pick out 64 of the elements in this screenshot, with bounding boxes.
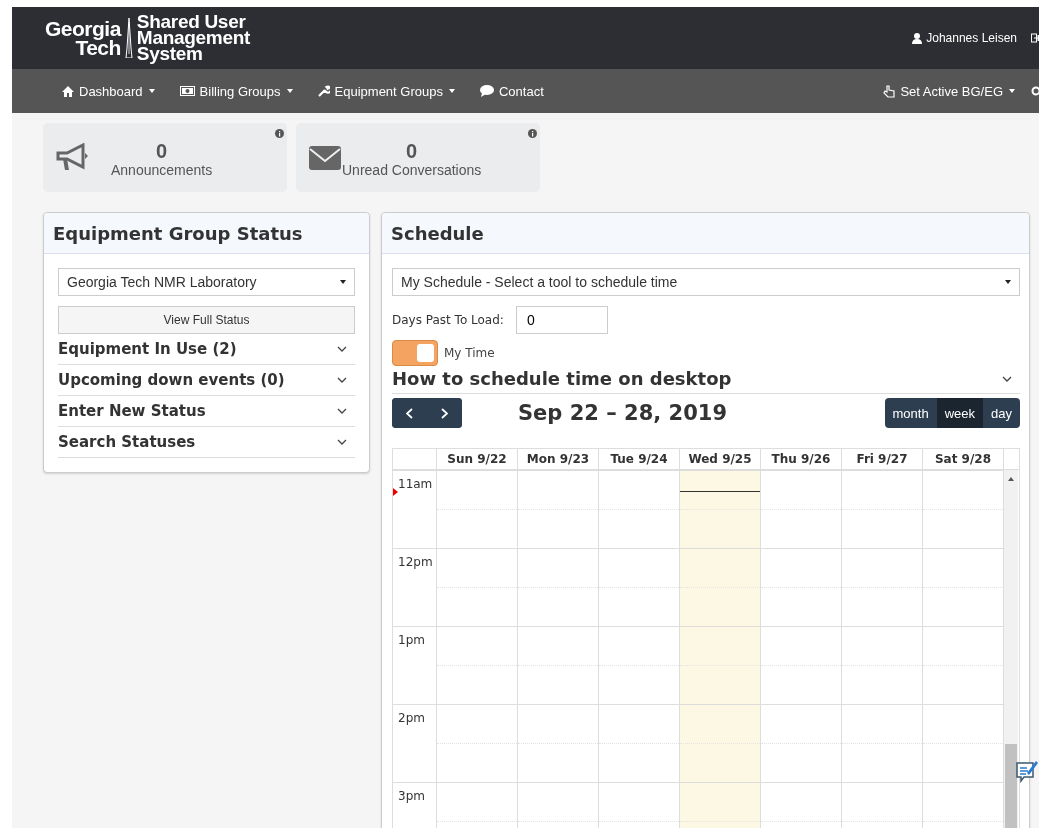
count-text: 0 <box>405 139 419 162</box>
nav-link[interactable]: Contact <box>479 83 544 99</box>
nav-link[interactable]: Equipment Groups <box>317 83 455 99</box>
banknote-icon <box>179 86 195 96</box>
toggle-switch[interactable] <box>392 340 438 366</box>
now-marker-icon <box>393 488 398 496</box>
toggle-label: My Time <box>444 346 495 360</box>
days-input[interactable]: 0 <box>515 306 608 334</box>
field-label: Days Past To Load: <box>392 313 504 327</box>
time-label: 2pm <box>398 711 425 725</box>
time-label: 12pm <box>398 555 433 569</box>
group-dropdown[interactable]: Georgia Tech NMR Laboratory <box>58 268 355 296</box>
scrollbar-thumb[interactable] <box>1005 744 1017 828</box>
accordion-header[interactable]: Upcoming down events (0) <box>58 365 355 396</box>
search-icon <box>1031 85 1039 97</box>
time-label: 11am <box>398 477 433 491</box>
logo-text: Georgia Tech <box>45 19 121 57</box>
user-link[interactable]: Johannes Leisen <box>912 31 1017 45</box>
card-label: Announcements <box>111 161 213 178</box>
time-label: 1pm <box>398 633 425 647</box>
tool-dropdown[interactable]: My Schedule - Select a tool to schedule time <box>392 268 1020 296</box>
time-label: 3pm <box>398 789 425 803</box>
info-icon <box>528 129 537 138</box>
card-label: Unread Conversations <box>342 161 482 178</box>
logout-icon <box>1031 33 1039 43</box>
scroll-up-icon <box>1008 477 1014 481</box>
user-icon <box>912 32 923 44</box>
caret-icon <box>1005 280 1011 284</box>
nav-link[interactable]: Billing Groups <box>179 83 293 99</box>
count-text: 0 <box>155 139 169 162</box>
speech-bubble-icon <box>479 85 494 97</box>
nav-link[interactable]: Set Active BG/EG <box>883 83 1015 99</box>
info-card[interactable]: 0 Unread Conversations <box>296 123 540 192</box>
day-header: Fri 9/27 <box>841 449 922 469</box>
panel-title: Equipment Group Status <box>53 222 303 244</box>
caret-icon <box>340 280 346 284</box>
day-header: Tue 9/24 <box>598 449 679 469</box>
accordion-header[interactable]: Equipment In Use (2) <box>58 334 355 365</box>
accordion-header[interactable]: Enter New Status <box>58 396 355 427</box>
view-tab[interactable]: week <box>936 398 984 428</box>
scrollbar[interactable] <box>1003 470 1018 828</box>
megaphone-icon <box>55 142 89 173</box>
info-icon <box>275 129 284 138</box>
info-card[interactable]: 0 Announcements <box>43 123 287 192</box>
view-tab[interactable]: month <box>884 398 937 428</box>
chevron-left-icon <box>406 407 413 419</box>
help-header[interactable]: How to schedule time on desktop <box>392 368 1020 394</box>
nav-link[interactable]: Dashboard <box>62 83 155 99</box>
panel-title: Schedule <box>391 222 484 244</box>
day-header: Sat 9/28 <box>922 449 1003 469</box>
date-range-title: Sep 22 – 28, 2019 <box>518 401 727 425</box>
chevron-right-icon <box>441 407 448 419</box>
accordion-header[interactable]: Search Statuses <box>58 427 355 458</box>
day-header: Mon 9/23 <box>517 449 598 469</box>
view-status-button[interactable]: View Full Status <box>58 306 355 334</box>
day-header: Thu 9/26 <box>760 449 841 469</box>
day-header: Wed 9/25 <box>679 449 760 469</box>
home-icon <box>62 85 74 97</box>
logo-text: Shared User Management System <box>136 14 250 62</box>
envelope-icon <box>308 143 342 172</box>
spire-icon <box>123 18 134 58</box>
view-tab[interactable]: day <box>983 398 1020 428</box>
pointing-hand-icon <box>883 84 896 98</box>
day-header: Sun 9/22 <box>436 449 517 469</box>
